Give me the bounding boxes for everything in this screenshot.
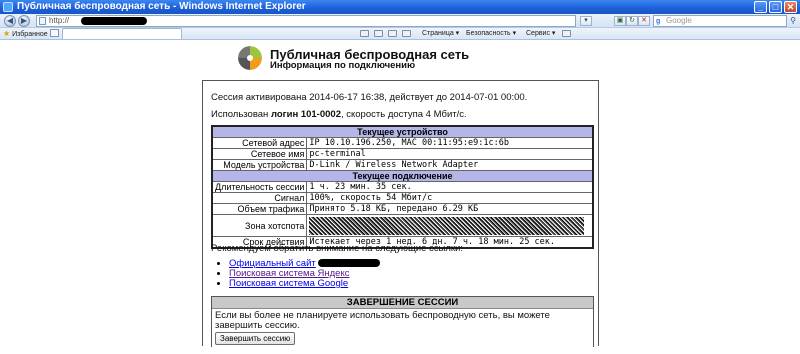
end-session-header: ЗАВЕРШЕНИЕ СЕССИИ (212, 297, 593, 309)
browser-tab[interactable] (62, 28, 182, 39)
table-row: Модель устройства D-Link / Wireless Netw… (211, 159, 594, 171)
home-icon[interactable] (360, 30, 369, 37)
hotspot-value (306, 214, 594, 237)
row-label: Модель устройства (211, 159, 308, 171)
redacted-url (81, 17, 147, 25)
menu-security[interactable]: Безопасность ▾ (466, 28, 516, 39)
ie-icon (3, 2, 13, 12)
login-prefix: Использован (211, 109, 271, 120)
maximize-button[interactable]: □ (769, 1, 782, 13)
stop-icon[interactable]: ✕ (638, 16, 650, 26)
google-link[interactable]: Поисковая система Google (229, 278, 348, 289)
print-icon[interactable] (402, 30, 411, 37)
favorites-bar: ★ Избранное Страница ▾ Безопасность ▾ Се… (0, 28, 800, 40)
menu-service[interactable]: Сервис ▾ (526, 28, 555, 39)
row-label: Объем трафика (211, 203, 308, 215)
minimize-button[interactable]: _ (754, 1, 767, 13)
search-icon[interactable]: ⚲ (787, 15, 799, 27)
end-session-button[interactable]: Завершить сессию (215, 332, 296, 345)
google-icon: g (656, 18, 661, 25)
redacted-hotspot (309, 216, 585, 235)
login-value: логин 101-0002 (270, 109, 341, 120)
row-label: Сетевое имя (211, 148, 308, 160)
favorites-label: Избранное (12, 31, 48, 38)
row-label: Зона хотспота (211, 214, 308, 237)
recommend-text: Рекомендуем обратить внимание на следующ… (211, 243, 463, 254)
window-title: Публичная беспроводная сеть - Windows In… (17, 1, 306, 12)
page-icon (39, 17, 46, 25)
table-row: Сетевое имя pc-terminal (211, 148, 594, 160)
refresh-icon[interactable]: ↻ (626, 16, 638, 26)
login-suffix: , скорость доступа 4 Мбит/с. (340, 109, 467, 120)
close-button[interactable]: ✕ (784, 1, 797, 13)
row-label: Сигнал (211, 192, 308, 204)
session-activated-text: Сессия активирована 2014-06-17 16:38, де… (211, 92, 528, 103)
traffic-value: Принято 5.18 КБ, передано 6.29 КБ (306, 203, 594, 215)
window-titlebar: Публичная беспроводная сеть - Windows In… (0, 0, 800, 14)
feeds-icon[interactable] (374, 30, 383, 37)
info-panel: Сессия активирована 2014-06-17 16:38, де… (202, 80, 599, 347)
list-item: Поисковая система Google (229, 279, 380, 289)
search-input[interactable]: g Google (653, 15, 787, 27)
tab-list-icon[interactable] (50, 29, 59, 37)
favorites-button[interactable]: ★ Избранное (3, 28, 48, 40)
connection-info-table: Текущее устройство Сетевой адрес IP 10.1… (211, 125, 594, 249)
end-session-text: Если вы более не планируете использовать… (215, 310, 550, 331)
dropdown-arrow-icon[interactable]: ▾ (580, 16, 592, 26)
end-session-panel: ЗАВЕРШЕНИЕ СЕССИИ Если вы более не плани… (211, 296, 594, 347)
row-value: pc-terminal (306, 148, 594, 160)
address-bar[interactable]: http:// (36, 15, 576, 27)
signal-value: 100%, скорость 54 Мбит/с (306, 192, 594, 204)
navigation-bar: ◀ ▶ http:// ▾ ▣ ↻ ✕ g Google ⚲ (0, 14, 800, 28)
connection-section-header: Текущее подключение (211, 170, 594, 182)
table-row: Объем трафика Принято 5.18 КБ, передано … (211, 203, 594, 215)
forward-icon[interactable]: ▶ (18, 15, 30, 27)
table-row: Сетевой адрес IP 10.10.196.250, MAC 00:1… (211, 137, 594, 149)
session-duration-value: 1 ч. 23 мин. 35 сек. (306, 181, 594, 193)
row-value: IP 10.10.196.250, MAC 00:11:95:e9:1c:6b (306, 137, 594, 149)
mail-icon[interactable] (388, 30, 397, 37)
help-icon[interactable] (562, 30, 571, 37)
links-list: Официальный сайт Поисковая система Яндек… (229, 259, 380, 289)
table-row: Длительность сессии 1 ч. 23 мин. 35 сек. (211, 181, 594, 193)
redacted-link-text (317, 259, 380, 268)
table-row: Сигнал 100%, скорость 54 Мбит/с (211, 192, 594, 204)
back-icon[interactable]: ◀ (4, 15, 16, 27)
row-label: Сетевой адрес (211, 137, 308, 149)
network-logo-icon (238, 46, 262, 70)
row-label: Длительность сессии (211, 181, 308, 193)
login-info-text: Использован логин 101-0002, скорость дос… (211, 109, 467, 120)
address-text: http:// (49, 16, 70, 25)
menu-page[interactable]: Страница ▾ (422, 28, 459, 39)
table-row: Зона хотспота (211, 214, 594, 237)
row-value: D-Link / Wireless Network Adapter (306, 159, 594, 171)
page-subtitle: Информация по подключению (270, 60, 416, 71)
search-placeholder: Google (666, 16, 692, 25)
page-header: Публичная беспроводная сеть Информация п… (230, 44, 530, 74)
device-section-header: Текущее устройство (211, 125, 594, 138)
star-icon: ★ (3, 29, 11, 38)
compatibility-icon[interactable]: ▣ (614, 16, 626, 26)
